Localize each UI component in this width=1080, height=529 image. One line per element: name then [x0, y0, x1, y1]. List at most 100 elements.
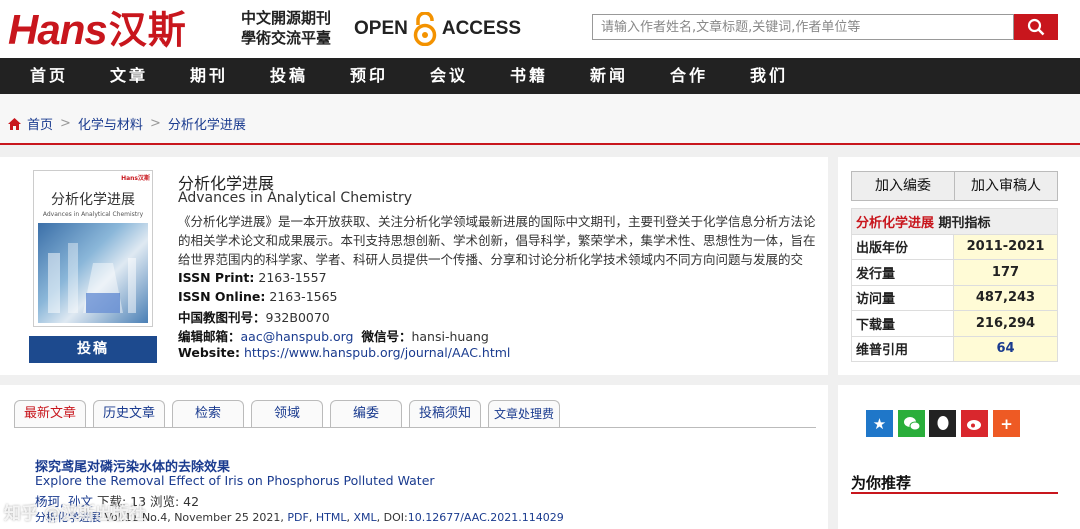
website-row: Website: https://www.hanspub.org/journal…: [178, 345, 510, 360]
metric-label: 下载量: [851, 310, 954, 337]
cn-code-value: 932B0070: [265, 310, 330, 325]
join-reviewer-button[interactable]: 加入审稿人: [955, 172, 1057, 200]
metric-value: 216,294: [953, 310, 1058, 337]
breadcrumb-journal[interactable]: 分析化学进展: [168, 114, 246, 133]
weibo-share-icon[interactable]: [961, 410, 988, 437]
open-access-lock-icon: [413, 12, 437, 46]
cn-code-label: 中国教图刊号：: [178, 310, 266, 325]
metrics-row: 维普引用 64: [851, 335, 1058, 362]
nav-home[interactable]: 首页: [30, 58, 68, 94]
nav-news[interactable]: 新闻: [590, 58, 628, 94]
nav-journals[interactable]: 期刊: [190, 58, 228, 94]
zhihu-watermark: 知乎 @汉斯出版社: [4, 504, 146, 524]
oa-open-text: OPEN: [354, 18, 408, 39]
metric-value: 2011-2021: [953, 233, 1058, 260]
xml-link[interactable]: XML: [353, 511, 376, 524]
breadcrumb-category[interactable]: 化学与材料: [78, 114, 143, 133]
metrics-row: 访问量 487,243: [851, 284, 1058, 311]
issn-print-label: ISSN Print:: [178, 270, 255, 285]
nav-preprint[interactable]: 预印: [350, 58, 388, 94]
journal-cover[interactable]: Hans汉斯 分析化学进展 Advances in Analytical Che…: [33, 170, 153, 327]
issn-online-row: ISSN Online: 2163-1565: [178, 289, 338, 304]
more-share-icon[interactable]: +: [993, 410, 1020, 437]
nav-cooperation[interactable]: 合作: [670, 58, 708, 94]
tab-search[interactable]: 检索: [172, 400, 244, 427]
search-input[interactable]: 请输入作者姓名,文章标题,关键词,作者单位等: [592, 14, 1014, 40]
search-button[interactable]: [1014, 14, 1058, 40]
slogan: 中文開源期刊 學術交流平臺: [241, 8, 331, 48]
metrics-row: 下载量 216,294: [851, 310, 1058, 337]
html-link[interactable]: HTML: [316, 511, 347, 524]
metrics-title-cell: 分析化学进展 期刊指标: [851, 208, 1058, 235]
lab-glassware-image: [48, 243, 136, 313]
article-title-en[interactable]: Explore the Removal Effect of Iris on Ph…: [35, 473, 435, 488]
join-buttons: 加入编委 加入审稿人: [851, 171, 1058, 201]
metric-label: 访问量: [851, 284, 954, 311]
metric-label: 出版年份: [851, 233, 954, 260]
share-panel: [838, 385, 1080, 529]
wechat-label: 微信号：: [361, 329, 412, 344]
open-access-logo: OPEN ACCESS: [354, 12, 521, 46]
tab-editorial[interactable]: 编委: [330, 400, 402, 427]
nav-articles[interactable]: 文章: [110, 58, 148, 94]
weibo-icon: [966, 419, 981, 430]
search-icon: [1027, 18, 1045, 36]
breadcrumb-home[interactable]: 首页: [27, 114, 53, 133]
tab-field[interactable]: 领域: [251, 400, 323, 427]
tab-baseline: [14, 427, 816, 428]
tab-history[interactable]: 历史文章: [93, 400, 165, 427]
metric-value: 487,243: [953, 284, 1058, 311]
metrics-table: 分析化学进展 期刊指标 出版年份 2011-2021 发行量 177 访问量 487,…: [851, 208, 1058, 362]
issn-online-value: 2163-1565: [269, 289, 338, 304]
metrics-header: 分析化学进展 期刊指标: [851, 208, 1058, 235]
breadcrumb-separator: >: [60, 116, 71, 131]
slogan-line1: 中文開源期刊: [241, 9, 332, 27]
tab-latest[interactable]: 最新文章: [14, 400, 86, 427]
pdf-link[interactable]: PDF: [287, 511, 308, 524]
qq-share-icon[interactable]: [929, 410, 956, 437]
breadcrumb: 首页 > 化学与材料 > 分析化学进展: [8, 114, 246, 133]
wechat-value: hansi-huang: [411, 329, 489, 344]
hans-logo[interactable]: Hans 汉斯: [8, 7, 187, 52]
breadcrumb-separator: >: [149, 116, 161, 131]
tab-apc[interactable]: 文章处理费: [488, 400, 560, 427]
join-editor-button[interactable]: 加入编委: [852, 172, 955, 200]
metric-label: 发行量: [851, 259, 954, 286]
cover-image: [38, 223, 148, 323]
email-link[interactable]: aac@hanspub.org: [241, 329, 354, 344]
home-icon: [8, 117, 21, 130]
metric-label: 维普引用: [851, 335, 954, 362]
oa-access-text: ACCESS: [441, 18, 522, 39]
logo-cn: 汉斯: [108, 8, 187, 52]
nav-about[interactable]: 我们: [750, 58, 788, 94]
metric-value: 177: [953, 259, 1058, 286]
issn-print-value: 2163-1557: [258, 270, 327, 285]
wechat-icon: [903, 416, 920, 430]
metrics-journal-name: 分析化学进展: [856, 215, 935, 231]
website-label: Website:: [178, 345, 240, 360]
doi-link[interactable]: 10.12677/AAC.2021.114029: [408, 511, 564, 524]
doi-label: DOI:: [383, 511, 408, 524]
cn-code-row: 中国教图刊号：932B0070: [178, 307, 330, 326]
nav-books[interactable]: 书籍: [510, 58, 548, 94]
qzone-share-icon[interactable]: ★: [866, 410, 893, 437]
tab-guidelines[interactable]: 投稿须知: [409, 400, 481, 427]
header: Hans 汉斯 中文開源期刊 學術交流平臺 OPEN ACCESS 请输入作者姓…: [0, 0, 1080, 58]
cover-subtitle: Advances in Analytical Chemistry: [42, 211, 144, 218]
submit-manuscript-button[interactable]: 投稿: [29, 336, 157, 363]
website-link[interactable]: https://www.hanspub.org/journal/AAC.html: [244, 345, 510, 360]
issn-print-row: ISSN Print: 2163-1557: [178, 270, 327, 285]
journal-description: 《分析化学进展》是一本开放获取、关注分析化学领域最新进展的国际中文期刊，主要刊登…: [178, 214, 816, 267]
contact-row: 编辑邮箱：aac@hanspub.org 微信号：hansi-huang: [178, 326, 489, 345]
wechat-share-icon[interactable]: [898, 410, 925, 437]
email-label: 编辑邮箱：: [178, 329, 241, 344]
citation-link[interactable]: 64: [996, 341, 1014, 356]
nav-submit[interactable]: 投稿: [270, 58, 308, 94]
metrics-title: 期刊指标: [938, 215, 991, 231]
cover-logo: Hans汉斯: [121, 175, 150, 182]
recommend-underline: [851, 492, 1058, 494]
nav-conference[interactable]: 会议: [430, 58, 468, 94]
slogan-line2: 學術交流平臺: [241, 29, 332, 47]
cover-title: 分析化学进展: [51, 192, 135, 208]
issn-online-label: ISSN Online:: [178, 289, 266, 304]
